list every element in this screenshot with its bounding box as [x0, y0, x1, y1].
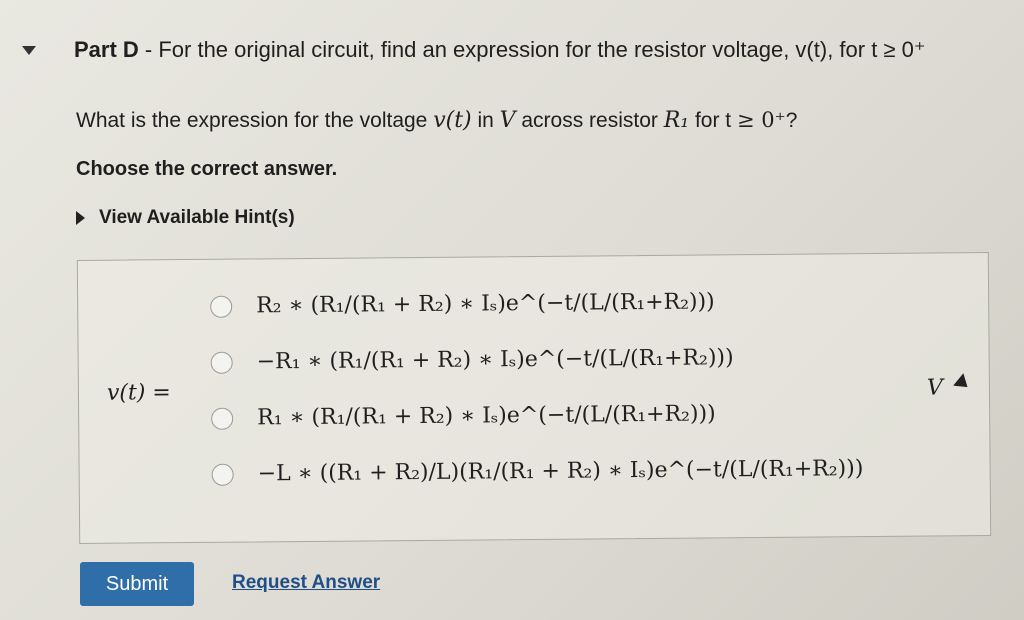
answer-unit: V	[926, 375, 943, 401]
option-2-expression: −R₁ ∗ (R₁/(R₁ + R₂) ∗ Iₛ)e^(−t/(L/(R₁+R₂…	[256, 345, 734, 375]
question-condition: ≥ 0⁺	[736, 108, 786, 132]
view-hints-link[interactable]: View Available Hint(s)	[76, 207, 295, 229]
request-answer-link[interactable]: Request Answer	[232, 572, 380, 594]
expand-caret-icon	[76, 211, 85, 225]
question-prefix: What is the expression for the voltage	[76, 109, 434, 132]
radio-button[interactable]	[210, 351, 233, 374]
option-3-expression: R₁ ∗ (R₁/(R₁ + R₂) ∗ Iₛ)e^(−t/(L/(R₁+R₂)…	[257, 401, 716, 431]
collapse-caret-icon[interactable]	[22, 45, 36, 55]
instruction-text: Choose the correct answer.	[76, 158, 338, 180]
question-var: v(t)	[433, 108, 472, 133]
part-title: Part D - For the original circuit, find …	[74, 37, 925, 63]
radio-button[interactable]	[210, 295, 233, 318]
question-resistor: R₁	[663, 108, 690, 133]
question-unit: V	[499, 108, 516, 133]
radio-button[interactable]	[211, 463, 234, 486]
option-3[interactable]: R₁ ∗ (R₁/(R₁ + R₂) ∗ Iₛ)e^(−t/(L/(R₁+R₂)…	[211, 401, 716, 430]
question-in: in	[471, 109, 500, 132]
radio-button[interactable]	[211, 407, 234, 430]
view-hints-label: View Available Hint(s)	[99, 207, 295, 228]
option-4-expression: −L ∗ ((R₁ + R₂)/L)(R₁/(R₁ + R₂) ∗ Iₛ)e^(…	[257, 456, 864, 487]
question-text: What is the expression for the voltage v…	[76, 108, 797, 133]
answer-box: v(t) = R₂ ∗ (R₁/(R₁ + R₂) ∗ Iₛ)e^(−t/(L/…	[76, 252, 992, 544]
part-header[interactable]: Part D - For the original circuit, find …	[22, 30, 925, 70]
submit-button[interactable]: Submit	[80, 562, 194, 606]
question-for: for t	[689, 109, 737, 132]
option-1-expression: R₂ ∗ (R₁/(R₁ + R₂) ∗ Iₛ)e^(−t/(L/(R₁+R₂)…	[256, 289, 715, 319]
part-title-text: - For the original circuit, find an expr…	[138, 37, 926, 62]
mouse-cursor-icon	[953, 373, 973, 394]
option-2[interactable]: −R₁ ∗ (R₁/(R₁ + R₂) ∗ Iₛ)e^(−t/(L/(R₁+R₂…	[210, 345, 734, 375]
question-end: ?	[785, 109, 798, 132]
question-across: across resistor	[515, 109, 664, 132]
answer-lhs: v(t) =	[106, 380, 171, 406]
part-label: Part D	[74, 37, 139, 62]
option-1[interactable]: R₂ ∗ (R₁/(R₁ + R₂) ∗ Iₛ)e^(−t/(L/(R₁+R₂)…	[210, 289, 715, 318]
option-4[interactable]: −L ∗ ((R₁ + R₂)/L)(R₁/(R₁ + R₂) ∗ Iₛ)e^(…	[211, 456, 864, 487]
